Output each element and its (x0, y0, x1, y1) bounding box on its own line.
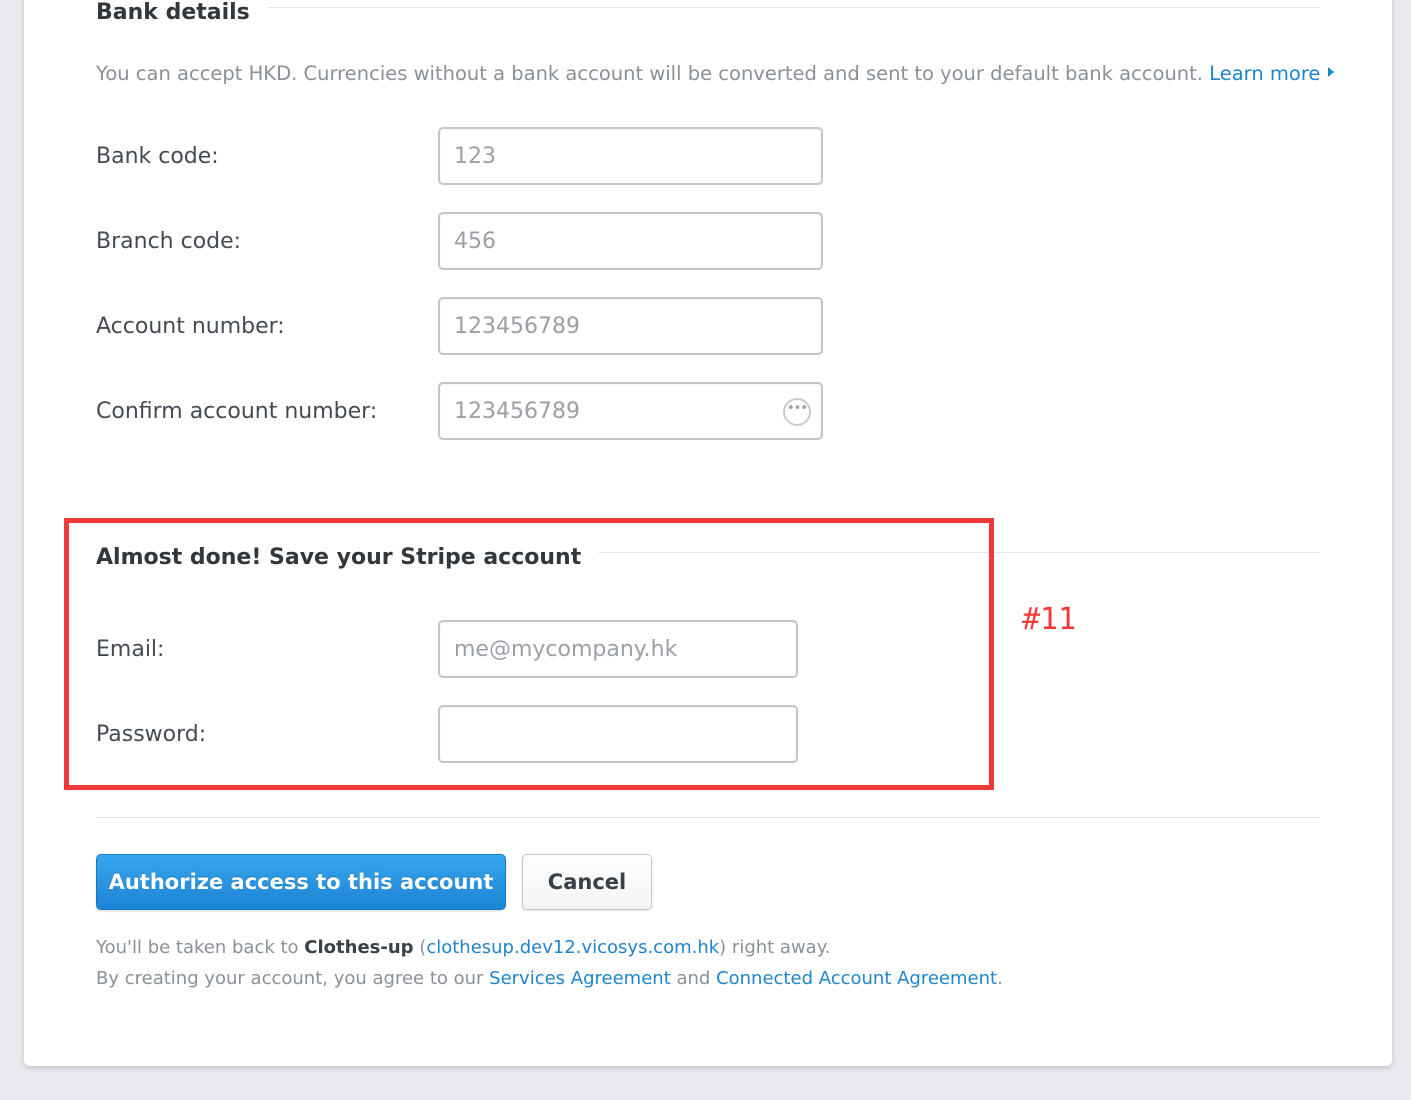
confirm-account-number-field-wrapper: ••• (438, 382, 823, 440)
branch-code-field-wrapper (438, 212, 823, 270)
description-text: You can accept HKD. Currencies without a… (96, 62, 1204, 85)
connected-account-agreement-link[interactable]: Connected Account Agreement (716, 968, 997, 989)
authorize-button[interactable]: Authorize access to this account (96, 854, 506, 910)
bank-details-description: You can accept HKD. Currencies without a… (96, 62, 1335, 85)
password-label: Password: (96, 722, 207, 747)
agreement-prefix: By creating your account, you agree to o… (96, 968, 490, 989)
return-notice-suffix: ) right away. (719, 937, 831, 958)
account-number-label: Account number: (96, 314, 285, 339)
cancel-button[interactable]: Cancel (522, 854, 652, 910)
form-card: Bank details You can accept HKD. Currenc… (24, 0, 1392, 1066)
return-notice-prefix: You'll be taken back to (96, 937, 305, 958)
password-input[interactable] (440, 707, 796, 761)
services-agreement-link[interactable]: Services Agreement (489, 968, 671, 989)
email-field-wrapper (438, 620, 798, 678)
app-url-link[interactable]: clothesup.dev12.vicosys.com.hk (426, 937, 719, 958)
paren-open: ( (413, 937, 427, 958)
account-number-field-wrapper (438, 297, 823, 355)
email-label: Email: (96, 637, 165, 662)
section-divider (564, 552, 1320, 553)
agreement-period: . (997, 968, 1003, 989)
actions-divider (96, 817, 1320, 818)
agreement-and: and (670, 968, 717, 989)
confirm-account-number-input[interactable] (440, 384, 821, 438)
learn-more-link[interactable]: Learn more (1209, 62, 1320, 85)
confirm-account-number-label: Confirm account number: (96, 399, 378, 424)
bank-details-title: Bank details (96, 0, 268, 25)
bank-code-input[interactable] (440, 129, 821, 183)
account-number-input[interactable] (440, 299, 821, 353)
app-name: Clothes-up (304, 937, 414, 958)
password-manager-icon[interactable]: ••• (783, 398, 811, 426)
branch-code-input[interactable] (440, 214, 821, 268)
email-input[interactable] (440, 622, 796, 676)
save-account-title: Almost done! Save your Stripe account (96, 545, 600, 570)
annotation-label: #11 (1022, 602, 1077, 637)
return-notice: You'll be taken back to Clothes-up (clot… (96, 937, 831, 958)
bank-code-field-wrapper (438, 127, 823, 185)
section-divider (258, 7, 1320, 8)
agreement-notice: By creating your account, you agree to o… (96, 968, 1003, 989)
branch-code-label: Branch code: (96, 229, 242, 254)
bank-code-label: Bank code: (96, 144, 219, 169)
password-field-wrapper (438, 705, 798, 763)
caret-right-icon (1328, 67, 1335, 77)
